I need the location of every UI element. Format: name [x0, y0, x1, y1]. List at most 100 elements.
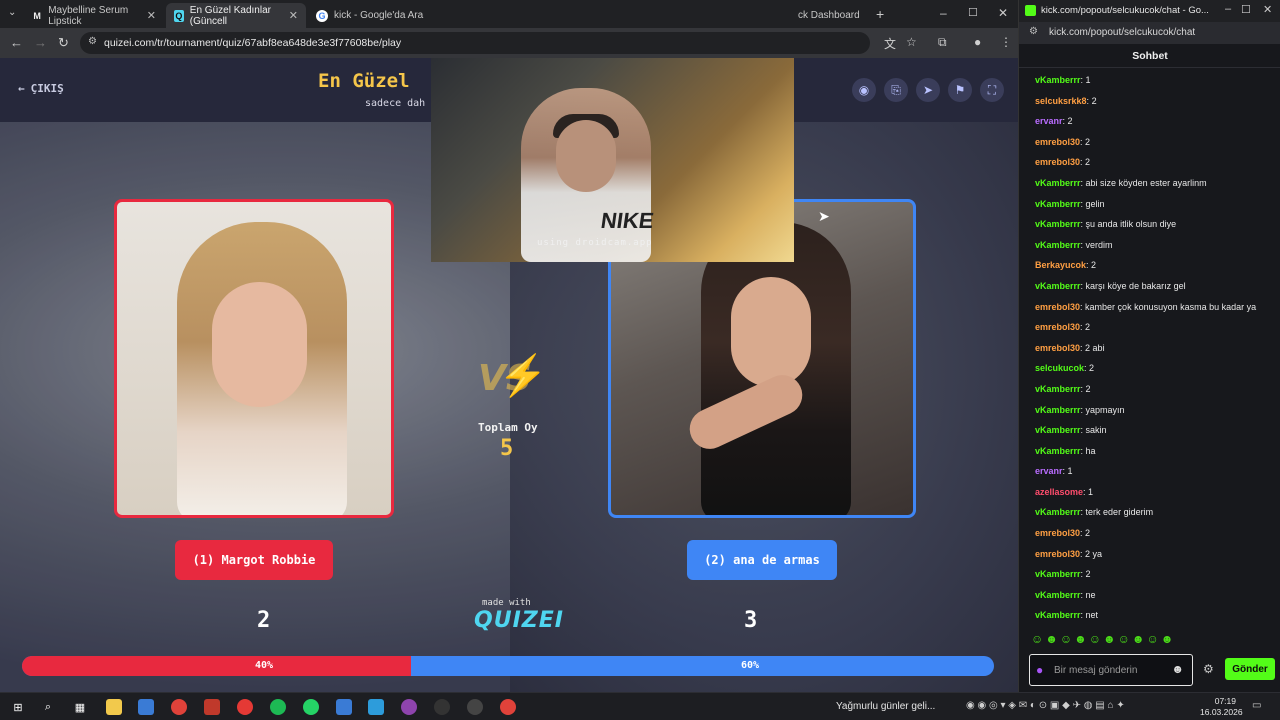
store-icon[interactable] [138, 699, 154, 715]
chat-username[interactable]: vKamberrr [1035, 75, 1081, 85]
site-info-icon[interactable]: ⚙ [88, 36, 97, 47]
close-tab-icon[interactable]: ✕ [147, 9, 156, 22]
url-field[interactable]: ⚙ quizei.com/tr/tournament/quiz/67abf8ea… [80, 32, 870, 54]
chat-username[interactable]: emrebol30 [1035, 343, 1080, 353]
site-info-icon[interactable]: ⚙ [1029, 26, 1038, 37]
chat-text: karşı köye de bakarız gel [1085, 280, 1186, 291]
chat-username[interactable]: ervanr [1035, 116, 1063, 126]
tab-google-search[interactable]: G kick - Google'da Ara [308, 3, 432, 28]
minimize-icon[interactable]: – [1225, 3, 1231, 15]
reload-icon[interactable]: ↻ [58, 35, 69, 51]
app-icon[interactable] [237, 699, 253, 715]
send-icon[interactable]: ➤ [916, 78, 940, 102]
task-view-icon[interactable]: ▦ [72, 699, 88, 715]
flag-icon[interactable]: ⚑ [948, 78, 972, 102]
app-icon[interactable] [434, 699, 450, 715]
tab-maybelline[interactable]: M Maybelline Serum Lipstick ✕ [24, 3, 164, 28]
eye-icon[interactable]: ◉ [852, 78, 876, 102]
chat-username[interactable]: vKamberrr [1035, 199, 1081, 209]
chat-text: 2 [1085, 322, 1091, 333]
close-tab-icon[interactable]: ✕ [289, 9, 298, 22]
chat-username[interactable]: emrebol30 [1035, 137, 1080, 147]
chat-text: abi size köyden ester ayarlinm [1085, 177, 1207, 188]
close-window-icon[interactable]: ✕ [1263, 3, 1272, 16]
chat-username[interactable]: vKamberrr [1035, 219, 1081, 229]
chat-username[interactable]: emrebol30 [1035, 549, 1080, 559]
chrome-icon[interactable] [171, 699, 187, 715]
minimize-icon[interactable]: – [940, 6, 947, 20]
chat-username[interactable]: vKamberrr [1035, 425, 1081, 435]
forward-arrow-icon[interactable]: → [34, 35, 47, 50]
chat-username[interactable]: emrebol30 [1035, 528, 1080, 538]
chat-username[interactable]: vKamberrr [1035, 507, 1081, 517]
left-progress-fill [22, 656, 411, 676]
chat-username[interactable]: vKamberrr [1035, 446, 1081, 456]
back-arrow-icon: ← [18, 82, 25, 95]
emoji-icon[interactable]: ☻ [1171, 662, 1184, 676]
tab-quiz[interactable]: Q En Güzel Kadınlar (Güncell ✕ [166, 3, 306, 28]
chat-username[interactable]: vKamberrr [1035, 178, 1081, 188]
chat-username[interactable]: vKamberrr [1035, 610, 1081, 620]
weather-widget[interactable]: Yağmurlu günler geli... [836, 701, 935, 712]
app-icon[interactable] [401, 699, 417, 715]
chat-text: 2 [1085, 383, 1091, 394]
chat-username[interactable]: emrebol30 [1035, 302, 1080, 312]
microphone-icon[interactable]: ● [1036, 663, 1043, 677]
chat-username[interactable]: emrebol30 [1035, 322, 1080, 332]
gear-icon[interactable]: ⚙ [1203, 662, 1214, 676]
chat-text: 2 [1067, 116, 1073, 127]
tab-list-chevron-icon[interactable]: ⌄ [8, 7, 16, 18]
chat-username[interactable]: vKamberrr [1035, 281, 1081, 291]
choice-button-right[interactable]: (2) ana de armas [687, 540, 837, 580]
bookmark-star-icon[interactable]: ☆ [906, 35, 917, 49]
chat-username[interactable]: ervanr [1035, 466, 1063, 476]
choice-button-left[interactable]: (1) Margot Robbie [175, 540, 333, 580]
extensions-icon[interactable]: ⧉ [938, 35, 947, 50]
tab-kick-dashboard[interactable]: ck Dashboard [790, 3, 870, 28]
mouse-cursor-icon: ➤ [818, 208, 830, 224]
chat-username[interactable]: vKamberrr [1035, 569, 1081, 579]
chat-username[interactable]: selcukucok [1035, 363, 1084, 373]
app-icon[interactable] [204, 699, 220, 715]
chat-username[interactable]: azellasome [1035, 487, 1083, 497]
translate-icon[interactable]: 文 [884, 35, 896, 52]
new-tab-plus-icon[interactable]: + [876, 6, 884, 22]
app-icon[interactable] [467, 699, 483, 715]
menu-dots-icon[interactable]: ⋮ [1000, 35, 1012, 49]
chat-username[interactable]: Berkayucok [1035, 260, 1086, 270]
quiz-subtitle: sadece dah [365, 98, 426, 109]
chat-username[interactable]: emrebol30 [1035, 157, 1080, 167]
whatsapp-icon[interactable] [303, 699, 319, 715]
vs-lightning-icon: VS ⚡ [478, 354, 548, 399]
chat-message-input[interactable] [1054, 662, 1166, 678]
close-window-icon[interactable]: ✕ [998, 6, 1008, 20]
choice-card-left[interactable] [114, 199, 394, 518]
chrome-icon[interactable] [500, 699, 516, 715]
app-icon[interactable] [336, 699, 352, 715]
maximize-icon[interactable]: ☐ [1241, 3, 1251, 16]
quiz-title: En Güzel [318, 70, 410, 92]
system-tray-icons[interactable]: ◉ ◉ ◎ ▾ ◈ ✉ ◐ ⊙ ▣ ◆ ✈ ◍ ▤ ⌂ ✦ [966, 700, 1125, 711]
chat-username[interactable]: vKamberrr [1035, 590, 1081, 600]
back-arrow-icon[interactable]: ← [10, 35, 23, 50]
chat-username[interactable]: selcuksrkk8 [1035, 96, 1087, 106]
fullscreen-icon[interactable]: ⛶ [980, 78, 1004, 102]
start-windows-icon[interactable]: ⊞ [10, 699, 26, 715]
chat-username[interactable]: vKamberrr [1035, 240, 1081, 250]
chat-username[interactable]: vKamberrr [1035, 405, 1081, 415]
share-icon[interactable]: ⎘ [884, 78, 908, 102]
spotify-icon[interactable] [270, 699, 286, 715]
notification-icon[interactable]: ▭ [1252, 700, 1261, 711]
file-explorer-icon[interactable] [106, 699, 122, 715]
emote-bar[interactable]: ☺☻☺☻☺☻☺☻☺☻ [1031, 632, 1261, 650]
maximize-icon[interactable]: ☐ [968, 6, 978, 19]
app-icon[interactable] [368, 699, 384, 715]
send-button[interactable]: Gönder [1225, 658, 1275, 680]
search-icon[interactable]: ⌕ [40, 699, 56, 715]
clock[interactable]: 07:19 16.03.2026 [1200, 696, 1243, 718]
exit-button[interactable]: ← ÇIKIŞ [18, 82, 64, 95]
chat-text: 2 [1085, 569, 1091, 580]
chat-username[interactable]: vKamberrr [1035, 384, 1081, 394]
quizei-logo[interactable]: QUIZEI [474, 608, 564, 633]
profile-icon[interactable]: ● [974, 35, 981, 49]
